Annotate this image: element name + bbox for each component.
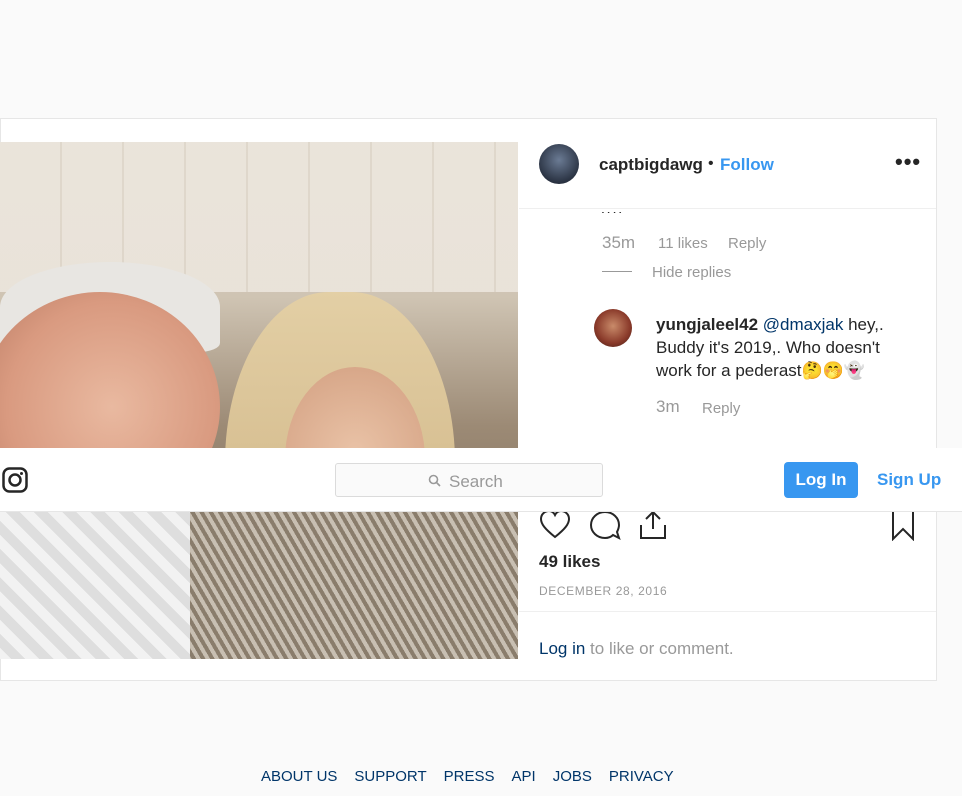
login-button[interactable]: Log In [784,462,858,498]
follow-button[interactable]: Follow [720,155,774,175]
footer-nav: ABOUT US SUPPORT PRESS API JOBS PRIVACY [261,768,691,786]
top-navbar: Search Log In Sign Up [0,448,962,512]
avatar[interactable] [539,144,579,184]
more-options-icon[interactable]: ••• [895,149,921,175]
reply-time: 3m [656,397,680,416]
footer-link-privacy[interactable]: PRIVACY [609,768,674,785]
login-link[interactable]: Log in [539,639,585,658]
bookmark-icon[interactable] [887,509,919,541]
footer-link-press[interactable]: PRESS [444,768,495,785]
divider [519,611,936,612]
post-username[interactable]: captbigdawg [599,155,703,175]
reply-reply-button[interactable]: Reply [702,400,740,417]
comment-time: 35m [602,233,636,252]
reply-avatar[interactable] [594,309,632,347]
post-header: captbigdawg • Follow ••• [519,119,936,209]
login-prompt-suffix: to like or comment. [585,639,734,658]
post-photo[interactable] [0,142,518,659]
comment-likes[interactable]: 11 likes [658,235,708,252]
signup-link[interactable]: Sign Up [877,470,941,490]
footer-link-support[interactable]: SUPPORT [354,768,426,785]
reply-username[interactable]: yungjaleel42 [656,315,758,334]
hide-replies-divider [602,271,632,272]
search-input[interactable]: Search [335,463,603,497]
comment-reply-button[interactable]: Reply [728,235,766,252]
share-icon[interactable] [637,509,669,541]
reply-mention[interactable]: @dmaxjak [763,315,844,334]
hide-replies-button[interactable]: Hide replies [652,264,731,281]
footer-link-about[interactable]: ABOUT US [261,768,337,785]
comment-icon[interactable] [589,509,621,541]
footer-link-jobs[interactable]: JOBS [553,768,592,785]
likes-count[interactable]: 49 likes [539,552,600,572]
instagram-glyph-icon[interactable] [2,467,28,493]
post-date: DECEMBER 28, 2016 [539,584,668,598]
login-prompt: Log in to like or comment. [539,639,734,659]
truncated-comment: y y [602,207,702,213]
footer-link-api[interactable]: API [512,768,536,785]
reply-comment: yungjaleel42 @dmaxjak hey,. Buddy it's 2… [656,313,916,382]
photo-detail [190,512,518,659]
search-icon [428,474,441,487]
separator-dot: • [708,155,714,172]
post-actions [539,509,919,545]
search-placeholder: Search [449,472,503,491]
heart-icon[interactable] [539,509,571,541]
